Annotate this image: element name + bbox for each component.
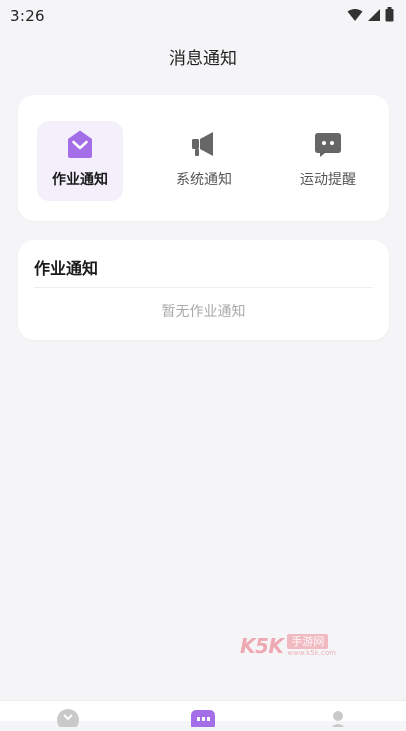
list-title: 作业通知 <box>34 259 99 278</box>
tab-homework-notice[interactable]: 作业通知 <box>37 121 123 201</box>
profile-icon[interactable] <box>325 707 351 729</box>
tab-label: 运动提醒 <box>300 172 356 188</box>
envelope-icon <box>65 129 95 159</box>
battery-icon <box>385 6 394 26</box>
empty-state-text: 暂无作业通知 <box>161 304 246 320</box>
tab-exercise-reminder[interactable]: 运动提醒 <box>285 121 371 201</box>
tab-label: 作业通知 <box>52 172 108 188</box>
divider <box>34 287 373 288</box>
status-icons <box>347 6 394 26</box>
status-bar: 3:26 <box>0 0 406 32</box>
watermark-brand: K5K <box>240 634 284 658</box>
signal-icon <box>367 7 381 26</box>
apps-icon[interactable] <box>190 707 216 730</box>
tab-label: 系统通知 <box>176 172 232 188</box>
page-title: 消息通知 <box>169 48 237 69</box>
watermark-url: www.k5k.com <box>287 649 336 657</box>
header: 消息通知 <box>0 40 406 72</box>
status-time: 3:26 <box>10 7 45 25</box>
bottom-nav <box>0 700 406 731</box>
wifi-icon <box>347 7 363 26</box>
notice-list-card: 作业通知 暂无作业通知 <box>18 240 389 340</box>
chat-bubble-icon <box>313 129 343 159</box>
home-icon[interactable] <box>55 707 81 731</box>
megaphone-icon <box>189 129 219 159</box>
watermark-box: 手游网 www.k5k.com <box>287 634 336 658</box>
category-tabs-card: 作业通知 系统通知 运动提醒 <box>18 95 389 221</box>
tab-system-notice[interactable]: 系统通知 <box>161 121 247 201</box>
watermark-logo: K5K 手游网 www.k5k.com <box>240 632 336 660</box>
watermark-site: 手游网 <box>287 634 329 649</box>
